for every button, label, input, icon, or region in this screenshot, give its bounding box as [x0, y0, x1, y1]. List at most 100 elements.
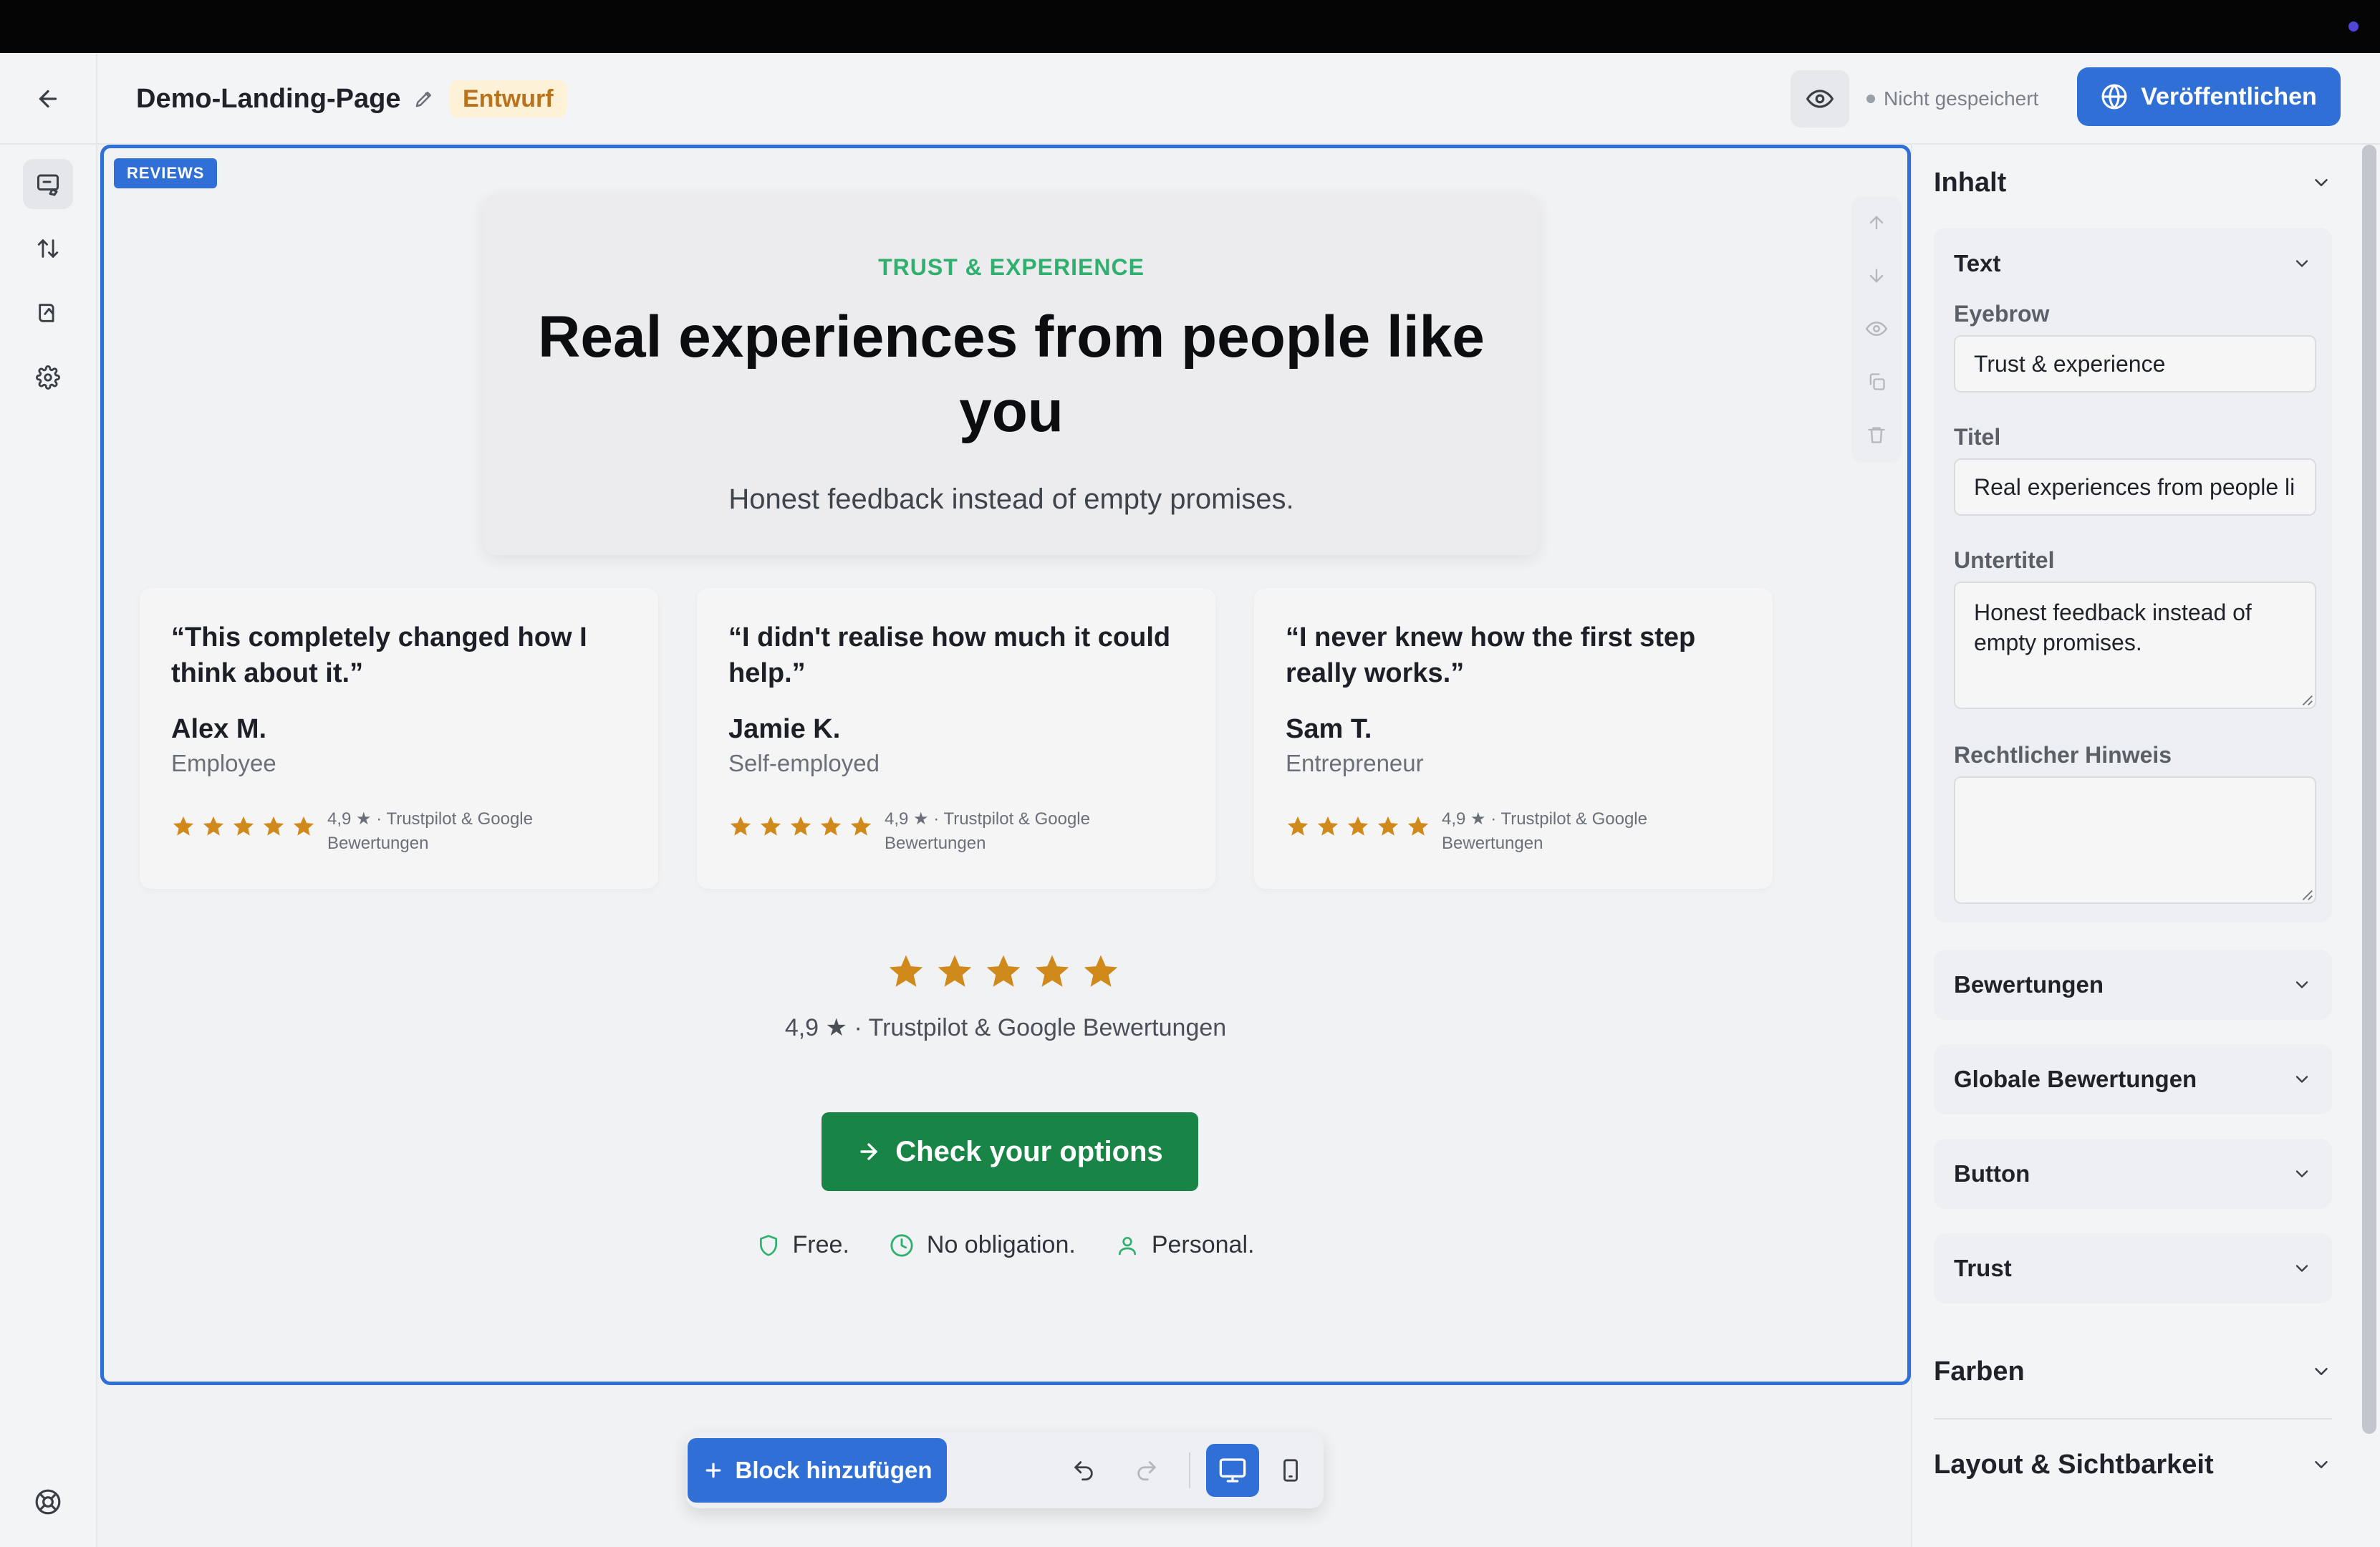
section-intro[interactable]: TRUST & EXPERIENCE Real experiences from…	[483, 194, 1539, 555]
review-quote: “This completely changed how I think abo…	[171, 622, 587, 688]
chevron-down-icon	[2295, 1076, 2308, 1083]
redo-icon	[1137, 1461, 1156, 1481]
editor-header: Demo-Landing-Page Entwurf Nicht gespeich…	[0, 53, 2380, 145]
save-status-text: Nicht gespeichert	[1884, 87, 2039, 110]
panel-divider	[1934, 1418, 2332, 1420]
review-card[interactable]: “This completely changed how I think abo…	[140, 588, 658, 889]
review-quote: “I didn't realise how much it could help…	[728, 622, 1171, 688]
text-group-header[interactable]: Text	[1954, 242, 2312, 285]
add-block-label: Block hinzufügen	[735, 1457, 933, 1483]
legal-note-textarea[interactable]	[1954, 776, 2316, 904]
review-stars	[1286, 814, 1430, 839]
chevron-down-icon	[2315, 1368, 2328, 1375]
help-button[interactable]	[23, 1477, 73, 1527]
trust-label: Free.	[792, 1231, 849, 1258]
trust-group-title: Trust	[1954, 1255, 2012, 1281]
button-group[interactable]: Button	[1934, 1139, 2332, 1209]
eye-icon	[1866, 322, 1887, 336]
resize-handle-icon[interactable]	[2300, 888, 2313, 901]
panel-scrollbar[interactable]	[2362, 145, 2376, 1434]
star-icon	[850, 816, 872, 836]
system-bar	[0, 0, 2380, 53]
chevron-down-icon	[2295, 1170, 2308, 1177]
star-icon	[1035, 955, 1069, 987]
edit-title-button[interactable]	[410, 83, 438, 115]
title-input[interactable]	[1954, 458, 2316, 516]
bottom-toolbar: Block hinzufügen	[686, 1432, 1324, 1508]
trust-group[interactable]: Trust	[1934, 1233, 2332, 1303]
back-button[interactable]	[24, 79, 72, 119]
mobile-view-button[interactable]	[1268, 1444, 1314, 1497]
chevron-down-icon	[2315, 179, 2328, 186]
button-group-title: Button	[1954, 1160, 2030, 1187]
desktop-view-button[interactable]	[1206, 1444, 1259, 1497]
clock-icon	[890, 1233, 913, 1257]
resize-handle-icon[interactable]	[2300, 693, 2313, 706]
reviews-section[interactable]: REVIEWS TRUST & EXPERIENCE Real experien…	[100, 145, 1911, 1385]
review-card[interactable]: “I didn't realise how much it could help…	[697, 588, 1215, 889]
button-group-header[interactable]: Button	[1954, 1152, 2312, 1195]
preview-button[interactable]	[1791, 70, 1849, 127]
star-icon	[1347, 816, 1369, 836]
star-icon	[760, 816, 781, 836]
redo-button[interactable]	[1127, 1451, 1166, 1490]
reorder-tool-button[interactable]	[23, 223, 73, 274]
delete-button[interactable]	[1862, 420, 1891, 449]
add-block-button[interactable]: Block hinzufügen	[688, 1438, 947, 1503]
save-status: Nicht gespeichert	[1866, 80, 2038, 117]
star-icon	[986, 955, 1021, 987]
content-section-header[interactable]: Inhalt	[1934, 158, 2332, 208]
plus-icon	[705, 1462, 721, 1478]
review-card[interactable]: “I never knew how the first step really …	[1254, 588, 1773, 889]
blocks-tool-button[interactable]	[23, 159, 73, 209]
ratings-group-title: Bewertungen	[1954, 971, 2104, 998]
design-tool-button[interactable]	[23, 288, 73, 338]
section-eyebrow: TRUST & EXPERIENCE	[878, 254, 1145, 280]
reviewer-name: Sam T.	[1286, 714, 1372, 744]
lifebuoy-icon	[35, 1489, 61, 1515]
reviewer-name: Alex M.	[171, 714, 267, 744]
review-rating-source: 4,9 ★ · Trustpilot & Google Bewertungen	[327, 809, 533, 853]
settings-tool-button[interactable]	[23, 352, 73, 403]
layout-section-title: Layout & Sichtbarkeit	[1934, 1449, 2214, 1480]
global-rating-text: 4,9 ★ · Trustpilot & Google Bewertungen	[784, 1014, 1227, 1041]
header-divider	[96, 53, 97, 145]
toggle-visibility-button[interactable]	[1862, 314, 1891, 343]
undo-icon	[1074, 1461, 1093, 1481]
star-icon	[173, 816, 194, 836]
sort-arrows-icon	[37, 239, 59, 258]
star-icon	[1377, 816, 1399, 836]
layout-section-header[interactable]: Layout & Sichtbarkeit	[1934, 1440, 2332, 1490]
globe-icon	[2101, 84, 2127, 110]
trust-group-header[interactable]: Trust	[1954, 1247, 2312, 1290]
content-section-title: Inhalt	[1934, 167, 2007, 198]
move-down-button[interactable]	[1862, 261, 1891, 290]
user-icon	[1118, 1236, 1136, 1255]
publish-button[interactable]: Veröffentlichen	[2077, 67, 2341, 126]
subtitle-label: Untertitel	[1954, 547, 2055, 573]
trash-icon	[1868, 427, 1885, 443]
trust-points: Free. No obligation. Personal.	[104, 1231, 1907, 1259]
arrow-right-icon	[860, 1143, 877, 1160]
subtitle-textarea[interactable]: Honest feedback instead of empty promise…	[1954, 582, 2316, 709]
star-icon	[263, 816, 284, 836]
review-quote: “I never knew how the first step really …	[1286, 622, 1696, 688]
global-ratings-group-header[interactable]: Globale Bewertungen	[1954, 1058, 2312, 1101]
chevron-down-icon	[2315, 1461, 2328, 1468]
status-badge: Entwurf	[450, 80, 567, 117]
global-ratings-group[interactable]: Globale Bewertungen	[1934, 1044, 2332, 1114]
eyebrow-input[interactable]	[1954, 335, 2316, 392]
cta-label: Check your options	[895, 1135, 1163, 1167]
chevron-down-icon	[2295, 1265, 2308, 1272]
ratings-group-header[interactable]: Bewertungen	[1954, 963, 2312, 1006]
cta-button[interactable]: Check your options	[822, 1112, 1198, 1191]
ratings-group[interactable]: Bewertungen	[1934, 950, 2332, 1020]
global-ratings-group-title: Globale Bewertungen	[1954, 1066, 2197, 1092]
colors-section-header[interactable]: Farben	[1934, 1346, 2332, 1397]
review-stars	[728, 814, 873, 839]
duplicate-button[interactable]	[1862, 367, 1891, 396]
undo-button[interactable]	[1064, 1451, 1103, 1490]
trust-item: No obligation.	[890, 1231, 1076, 1259]
move-up-button[interactable]	[1862, 208, 1891, 237]
chevron-down-icon	[2295, 981, 2308, 988]
